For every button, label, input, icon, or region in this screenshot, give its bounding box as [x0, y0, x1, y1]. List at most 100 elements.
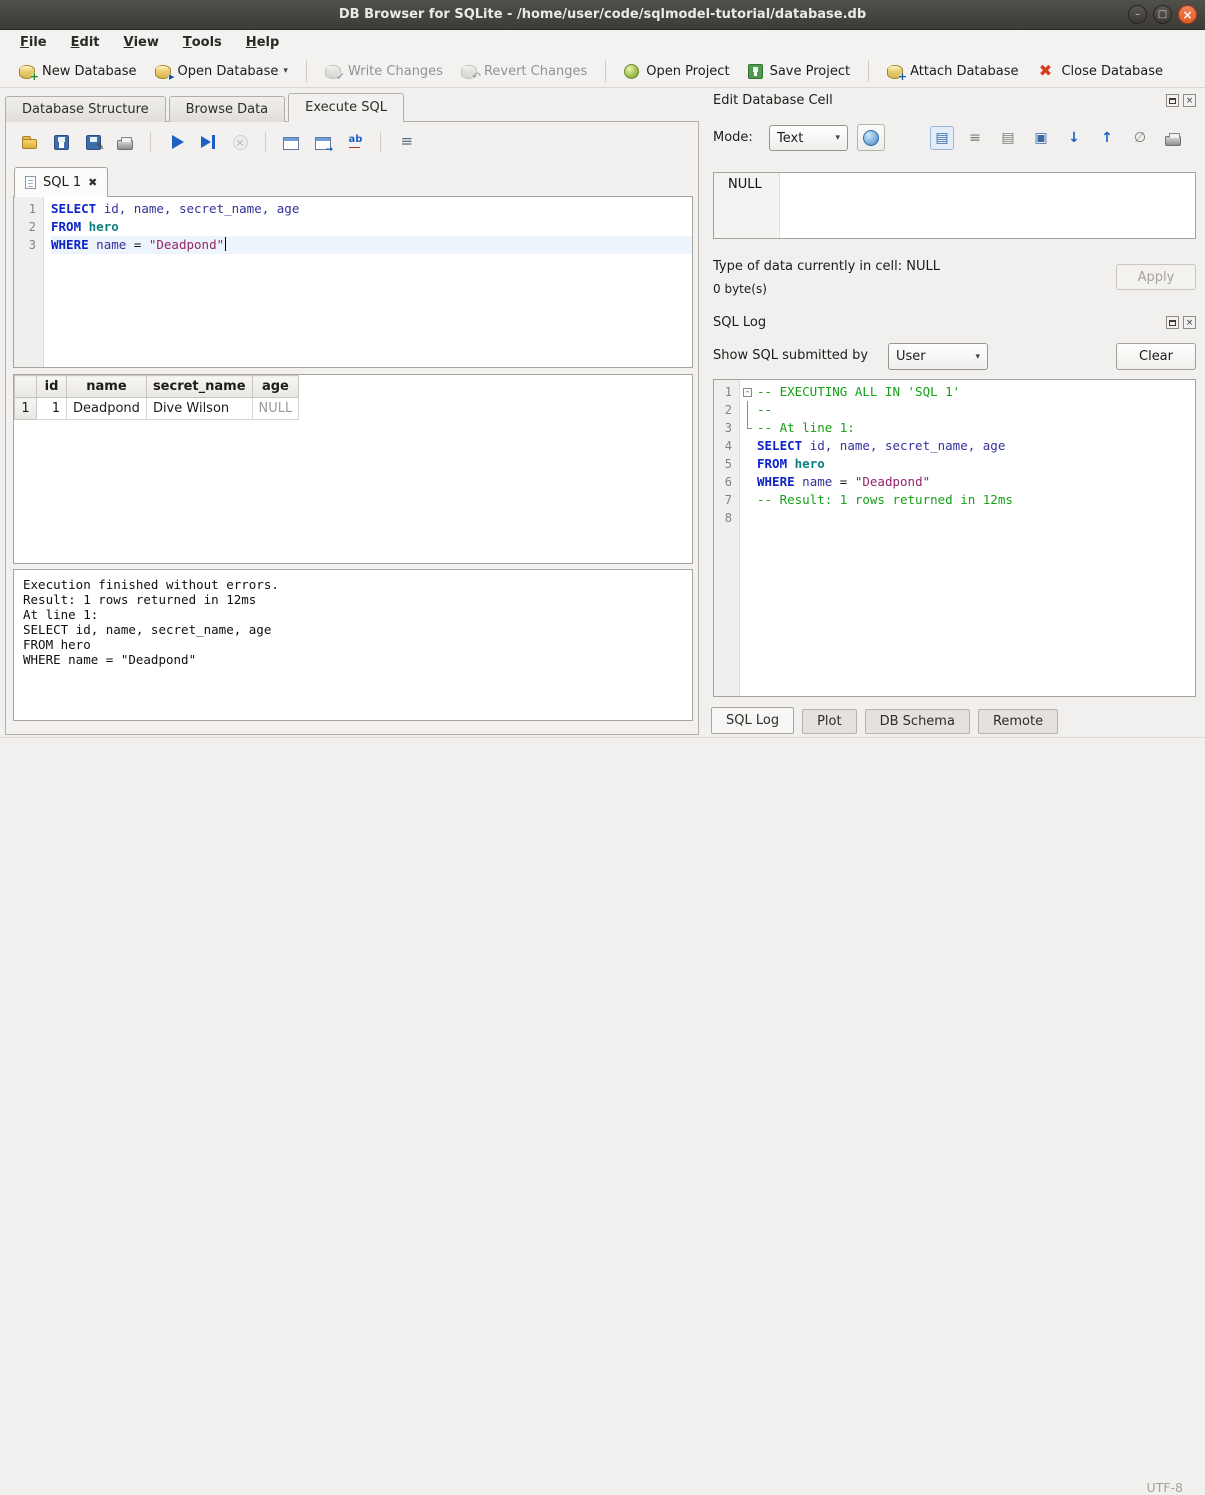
- open-in-new-tab-icon: [315, 137, 331, 150]
- auto-detect-button[interactable]: [857, 124, 885, 151]
- cell-id[interactable]: 1: [37, 398, 67, 420]
- word-wrap-button[interactable]: [393, 129, 419, 155]
- open-file-button[interactable]: ▤: [996, 126, 1020, 150]
- save-sql-file-button[interactable]: [48, 129, 74, 155]
- text-mode-button[interactable]: ▤: [930, 126, 954, 150]
- print-cell-button[interactable]: [1161, 126, 1185, 150]
- sql-editor[interactable]: 123 SELECT id, name, secret_name, ageFRO…: [13, 196, 693, 368]
- print-cell-icon: [1165, 136, 1181, 146]
- new-sql-tab-button[interactable]: [278, 129, 304, 155]
- chevron-down-icon: ▾: [975, 352, 980, 362]
- import-data-icon: ↓: [1068, 131, 1080, 145]
- close-button[interactable]: ×: [1178, 5, 1197, 24]
- save-sql-file-icon: [54, 135, 69, 150]
- execute-current-line-button[interactable]: [195, 129, 221, 155]
- word-wrap-icon: [398, 134, 415, 151]
- message-line: SELECT id, name, secret_name, age: [23, 622, 683, 637]
- text-mode-icon: ▤: [935, 131, 948, 145]
- tab-browse-data[interactable]: Browse Data: [169, 96, 286, 122]
- cell-editor[interactable]: NULL: [713, 172, 1196, 239]
- toolbar-separator: [265, 132, 266, 152]
- import-data-button[interactable]: ↓: [1062, 126, 1086, 150]
- tab-database-structure[interactable]: Database Structure: [5, 96, 166, 122]
- sql-editor-gutter: 123: [14, 197, 44, 367]
- print-sql-icon: [117, 140, 133, 150]
- message-area[interactable]: Execution finished without errors.Result…: [13, 569, 693, 721]
- col-header-name[interactable]: name: [67, 376, 147, 398]
- word-wrap-button[interactable]: ≡: [963, 126, 987, 150]
- close-sql-tab-icon[interactable]: ✖: [88, 177, 97, 188]
- menu-help[interactable]: Help: [234, 30, 291, 55]
- print-sql-button[interactable]: [112, 129, 138, 155]
- sql-file-tab[interactable]: SQL 1 ✖: [14, 167, 108, 197]
- dock-tab-db-schema[interactable]: DB Schema: [865, 709, 970, 734]
- dock-tab-plot[interactable]: Plot: [802, 709, 857, 734]
- open-project-button[interactable]: Open Project: [615, 59, 738, 83]
- mode-select-value: Text: [777, 131, 803, 146]
- new-database-button[interactable]: +New Database: [10, 59, 146, 83]
- log-filter-select[interactable]: User ▾: [888, 343, 988, 370]
- sql-document-icon: [25, 176, 36, 189]
- open-database-button[interactable]: ▸ Open Database ▾: [146, 59, 297, 83]
- new-database-icon: +: [19, 65, 35, 79]
- table-row[interactable]: 11DeadpondDive WilsonNULL: [15, 398, 299, 420]
- mode-select[interactable]: Text ▾: [769, 125, 848, 151]
- cell-size-text: 0 byte(s): [713, 282, 767, 296]
- menu-file[interactable]: File: [8, 30, 59, 55]
- results-body: 11DeadpondDive WilsonNULL: [15, 398, 299, 420]
- open-in-new-tab-button[interactable]: [310, 129, 336, 155]
- float-panel-icon[interactable]: [1166, 316, 1179, 329]
- editor-line: SELECT id, name, secret_name, age: [51, 200, 692, 218]
- open-project-icon: [624, 64, 639, 79]
- chevron-down-icon[interactable]: ▾: [283, 66, 288, 76]
- sql-editor-lines: SELECT id, name, secret_name, ageFROM he…: [44, 197, 692, 367]
- main-toolbar: +New Database▸Open Database▾✔Write Chang…: [0, 55, 1205, 88]
- toolbar-separator: [868, 60, 869, 82]
- execute-all-button[interactable]: [163, 129, 189, 155]
- dock-tab-sql-log[interactable]: SQL Log: [711, 707, 794, 734]
- tab-execute-sql[interactable]: Execute SQL: [288, 93, 404, 122]
- word-wrap-icon: ≡: [969, 131, 981, 145]
- row-number-header: [15, 376, 37, 398]
- save-sql-as-icon: [86, 135, 101, 150]
- title-bar: DB Browser for SQLite - /home/user/code/…: [0, 0, 1205, 30]
- results-grid[interactable]: idnamesecret_nameage 11DeadpondDive Wils…: [13, 374, 693, 564]
- open-sql-file-button[interactable]: [16, 129, 42, 155]
- close-panel-icon[interactable]: ×: [1183, 316, 1196, 329]
- toolbar-separator: [306, 60, 307, 82]
- find-replace-button[interactable]: [342, 129, 368, 155]
- toolbar-label: Open Database: [178, 64, 279, 79]
- close-panel-icon[interactable]: ×: [1183, 94, 1196, 107]
- sql-log-view[interactable]: 12345678 - -- EXECUTING ALL IN 'SQL 1'--…: [713, 379, 1196, 697]
- float-panel-icon[interactable]: [1166, 94, 1179, 107]
- menu-view[interactable]: View: [112, 30, 171, 55]
- execute-current-line-icon: [200, 134, 217, 151]
- close-database-button[interactable]: ✖Close Database: [1027, 58, 1172, 84]
- attach-database-button[interactable]: +Attach Database: [878, 59, 1027, 83]
- editor-line: WHERE name = "Deadpond": [51, 236, 692, 254]
- menu-edit[interactable]: Edit: [59, 30, 112, 55]
- save-project-button[interactable]: Save Project: [739, 59, 860, 83]
- col-header-age[interactable]: age: [252, 376, 299, 398]
- cell-secret-name[interactable]: Dive Wilson: [146, 398, 252, 420]
- set-null-button[interactable]: ∅: [1128, 126, 1152, 150]
- fold-marker-icon[interactable]: -: [743, 388, 752, 397]
- dock-tab-remote[interactable]: Remote: [978, 709, 1058, 734]
- attach-database-icon: +: [887, 65, 903, 79]
- col-header-id[interactable]: id: [37, 376, 67, 398]
- menu-tools[interactable]: Tools: [171, 30, 234, 55]
- cell-age[interactable]: NULL: [252, 398, 299, 420]
- cell-editor-margin: NULL: [714, 173, 780, 238]
- dock-tabbar: SQL Log Plot DB Schema Remote: [711, 706, 1058, 734]
- maximize-button[interactable]: □: [1153, 5, 1172, 24]
- clear-log-button[interactable]: Clear: [1116, 343, 1196, 370]
- save-sql-as-button[interactable]: [80, 129, 106, 155]
- open-database-icon: ▸: [155, 65, 171, 79]
- cell-name[interactable]: Deadpond: [67, 398, 147, 420]
- cell-value: NULL: [728, 177, 762, 192]
- col-header-secret-name[interactable]: secret_name: [146, 376, 252, 398]
- minimize-button[interactable]: –: [1128, 5, 1147, 24]
- export-data-button[interactable]: ↑: [1095, 126, 1119, 150]
- copy-data-button[interactable]: ▣: [1029, 126, 1053, 150]
- revert-changes-button: ↶Revert Changes: [452, 59, 596, 83]
